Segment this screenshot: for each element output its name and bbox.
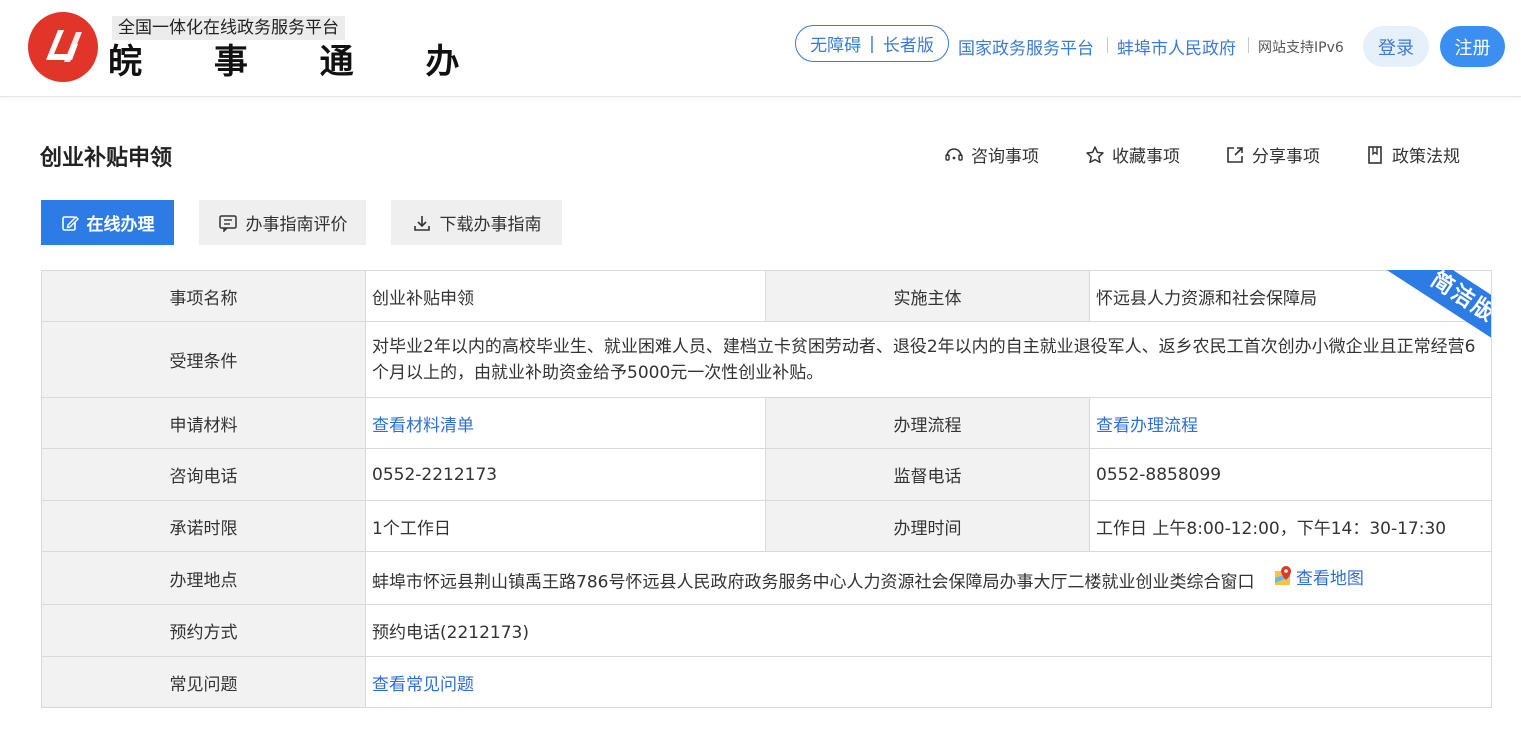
consult-action[interactable]: 咨询事项: [943, 142, 1039, 167]
favorite-action[interactable]: 收藏事项: [1084, 142, 1180, 167]
table-row: 常见问题 查看常见问题: [41, 656, 1492, 708]
conditions-label: 受理条件: [41, 321, 366, 398]
conditions-value: 对毕业2年以内的高校毕业生、就业困难人员、建档立卡贫困劳动者、退役2年以内的自主…: [365, 321, 1492, 398]
consult-label: 咨询事项: [971, 147, 1039, 167]
comment-icon: [218, 214, 238, 232]
supervise-phone-label: 监督电话: [765, 448, 1090, 501]
guide-evaluate-button[interactable]: 办事指南评价: [199, 200, 366, 245]
table-row: 办理地点 蚌埠市怀远县荆山镇禹王路786号怀远县人民政府政务服务中心人力资源社会…: [41, 551, 1492, 605]
logo-icon[interactable]: [28, 12, 98, 82]
share-action[interactable]: 分享事项: [1224, 142, 1320, 167]
share-label: 分享事项: [1252, 147, 1320, 167]
bengbu-gov-link[interactable]: 蚌埠市人民政府: [1117, 34, 1236, 59]
page-title: 创业补贴申领: [40, 146, 173, 171]
view-map-link[interactable]: 查看地图: [1274, 564, 1364, 589]
site-header: 全国一体化在线政务服务平台 皖 事 通 办 无障碍 | 长者版 国家政务服务平台…: [0, 0, 1521, 97]
book-icon: [1364, 144, 1386, 166]
hours-label: 办理时间: [765, 500, 1090, 552]
nav-divider: [1248, 37, 1249, 53]
share-icon: [1224, 144, 1246, 166]
map-pin-icon: [1274, 565, 1294, 587]
time-limit-label: 承诺时限: [41, 500, 366, 552]
location-value: 蚌埠市怀远县荆山镇禹王路786号怀远县人民政府政务服务中心人力资源社会保障局办事…: [372, 572, 1255, 593]
star-icon: [1084, 144, 1106, 166]
item-info-table: 事项名称 创业补贴申领 实施主体 怀远县人力资源和社会保障局 受理条件 对毕业2…: [41, 270, 1492, 708]
consult-icon: [943, 144, 965, 166]
location-label: 办理地点: [41, 551, 366, 605]
accessibility-link[interactable]: 无障碍: [810, 31, 861, 56]
table-row: 受理条件 对毕业2年以内的高校毕业生、就业困难人员、建档立卡贫困劳动者、退役2年…: [41, 321, 1492, 398]
table-row: 承诺时限 1个工作日 办理时间 工作日 上午8:00-12:00，下午14：30…: [41, 500, 1492, 552]
faq-label: 常见问题: [41, 656, 366, 708]
materials-list-link[interactable]: 查看材料清单: [372, 416, 474, 436]
platform-tag: 全国一体化在线政务服务平台: [112, 16, 345, 40]
appointment-label: 预约方式: [41, 604, 366, 657]
download-guide-button[interactable]: 下载办事指南: [391, 200, 562, 245]
view-map-label: 查看地图: [1295, 568, 1364, 589]
hours-value: 工作日 上午8:00-12:00，下午14：30-17:30: [1089, 500, 1492, 552]
edit-icon: [61, 214, 79, 232]
process-link[interactable]: 查看办理流程: [1096, 416, 1198, 436]
online-apply-button[interactable]: 在线办理: [41, 200, 174, 245]
phone-label: 咨询电话: [41, 448, 366, 501]
policy-action[interactable]: 政策法规: [1364, 142, 1460, 167]
register-button[interactable]: 注册: [1440, 26, 1505, 67]
table-row: 事项名称 创业补贴申领 实施主体 怀远县人力资源和社会保障局: [41, 270, 1492, 322]
table-row: 咨询电话 0552-2212173 监督电话 0552-8858099: [41, 448, 1492, 501]
favorite-label: 收藏事项: [1112, 147, 1180, 167]
phone-value: 0552-2212173: [365, 448, 766, 501]
brand-name[interactable]: 皖 事 通 办: [108, 42, 490, 82]
accessibility-pill: 无障碍 | 长者版: [795, 25, 949, 62]
ipv6-note: 网站支持IPv6: [1258, 40, 1344, 56]
process-label: 办理流程: [765, 397, 1090, 449]
table-row: 预约方式 预约电话(2212173): [41, 604, 1492, 657]
location-cell: 蚌埠市怀远县荆山镇禹王路786号怀远县人民政府政务服务中心人力资源社会保障局办事…: [365, 551, 1492, 605]
item-name-label: 事项名称: [41, 270, 366, 322]
pill-separator: |: [869, 33, 875, 54]
materials-label: 申请材料: [41, 397, 366, 449]
nav-divider: [1107, 37, 1108, 53]
elder-version-link[interactable]: 长者版: [883, 31, 934, 56]
table-row: 申请材料 查看材料清单 办理流程 查看办理流程: [41, 397, 1492, 449]
supervise-phone-value: 0552-8858099: [1089, 448, 1492, 501]
login-button[interactable]: 登录: [1363, 26, 1429, 67]
download-icon: [412, 213, 432, 233]
faq-link[interactable]: 查看常见问题: [372, 675, 474, 695]
appointment-value: 预约电话(2212173): [365, 604, 1492, 657]
time-limit-value: 1个工作日: [365, 500, 766, 552]
item-name-value: 创业补贴申领: [365, 270, 766, 322]
policy-label: 政策法规: [1392, 147, 1460, 167]
agency-label: 实施主体: [765, 270, 1090, 322]
national-platform-link[interactable]: 国家政务服务平台: [958, 34, 1094, 59]
online-apply-label: 在线办理: [86, 215, 155, 235]
download-guide-label: 下载办事指南: [439, 215, 542, 235]
guide-evaluate-label: 办事指南评价: [245, 215, 348, 235]
